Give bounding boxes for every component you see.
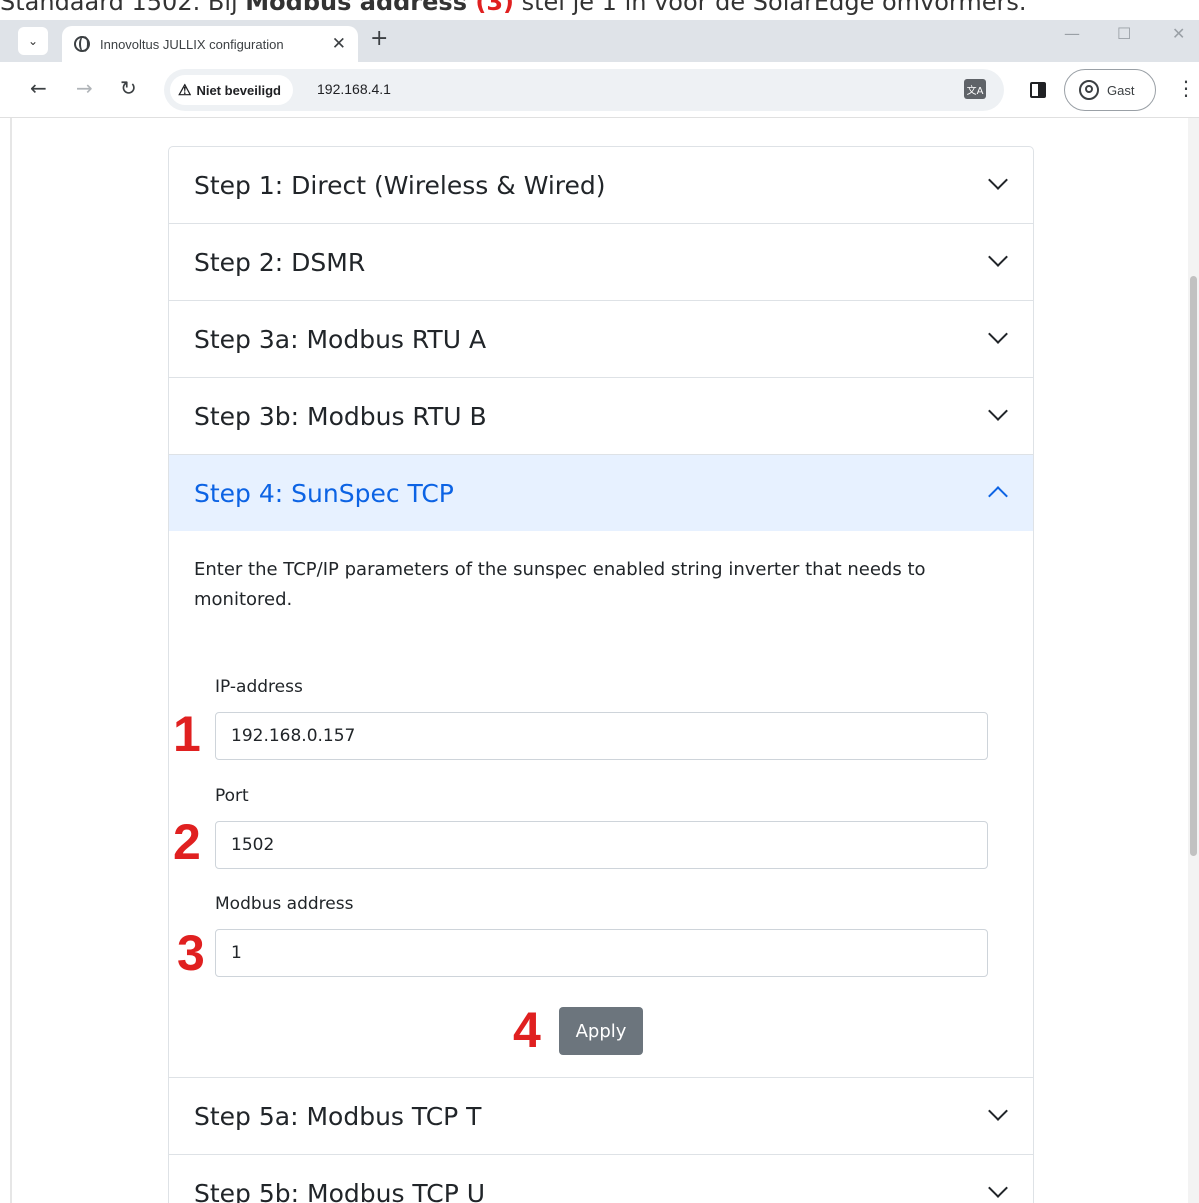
chevron-up-icon xyxy=(988,486,1008,506)
page-scrollbar[interactable] xyxy=(1188,118,1199,1203)
accordion-item-step3b: Step 3b: Modbus RTU B xyxy=(169,378,1033,455)
chevron-down-icon xyxy=(988,401,1008,421)
modbus-address-input[interactable] xyxy=(215,929,988,977)
accordion-body-step4: Enter the TCP/IP parameters of the sunsp… xyxy=(169,531,1033,1077)
caption-text: Standaard 1502. Bij Modbus address (3) s… xyxy=(0,0,1027,16)
annotation-marker-2: 2 xyxy=(173,814,201,870)
accordion-item-step3a: Step 3a: Modbus RTU A xyxy=(169,301,1033,378)
accordion-header-step5b[interactable]: Step 5b: Modbus TCP U xyxy=(169,1155,1033,1203)
tab-title: Innovoltus JULLIX configuration xyxy=(100,36,284,52)
config-accordion: Step 1: Direct (Wireless & Wired) Step 2… xyxy=(168,146,1034,1203)
document-caption: Standaard 1502. Bij Modbus address (3) s… xyxy=(0,0,1199,20)
profile-label: Gast xyxy=(1107,82,1135,98)
accordion-item-step4: Step 4: SunSpec TCP Enter the TCP/IP par… xyxy=(169,455,1033,1078)
profile-icon xyxy=(1079,80,1099,100)
accordion-header-step3a[interactable]: Step 3a: Modbus RTU A xyxy=(169,301,1033,377)
browser-titlebar: ⌄ Innovoltus JULLIX configuration ✕ + — … xyxy=(0,20,1199,62)
accordion-title: Step 3a: Modbus RTU A xyxy=(194,324,487,354)
security-chip[interactable]: ⚠ Niet beveiligd xyxy=(170,75,293,105)
accordion-title: Step 5b: Modbus TCP U xyxy=(194,1178,486,1203)
chevron-down-icon xyxy=(988,1178,1008,1198)
close-tab-icon[interactable]: ✕ xyxy=(332,34,346,54)
side-panel-icon[interactable] xyxy=(1030,82,1046,98)
left-edge xyxy=(10,118,12,1203)
tab-search-dropdown-button[interactable]: ⌄ xyxy=(18,27,48,55)
translate-icon[interactable]: 文A xyxy=(964,79,986,99)
ip-address-label: IP-address xyxy=(215,677,303,697)
accordion-header-step2[interactable]: Step 2: DSMR xyxy=(169,224,1033,300)
accordion-header-step3b[interactable]: Step 3b: Modbus RTU B xyxy=(169,378,1033,454)
accordion-title: Step 3b: Modbus RTU B xyxy=(194,401,487,431)
accordion-title: Step 4: SunSpec TCP xyxy=(194,478,454,508)
accordion-header-step4[interactable]: Step 4: SunSpec TCP xyxy=(169,455,1033,531)
forward-button[interactable]: → xyxy=(76,76,93,100)
back-button[interactable]: ← xyxy=(30,76,47,100)
minimize-button[interactable]: — xyxy=(1064,24,1080,43)
accordion-item-step5a: Step 5a: Modbus TCP T xyxy=(169,1078,1033,1155)
accordion-item-step2: Step 2: DSMR xyxy=(169,224,1033,301)
chevron-down-icon xyxy=(988,1101,1008,1121)
browser-toolbar: ← → ↻ ⚠ Niet beveiligd 192.168.4.1 文A Ga… xyxy=(0,62,1199,118)
chevron-down-icon xyxy=(988,324,1008,344)
ip-address-input[interactable] xyxy=(215,712,988,760)
scrollbar-thumb[interactable] xyxy=(1190,276,1197,856)
browser-tab[interactable]: Innovoltus JULLIX configuration ✕ xyxy=(62,26,358,62)
chevron-down-icon: ⌄ xyxy=(27,34,39,48)
accordion-title: Step 5a: Modbus TCP T xyxy=(194,1101,482,1131)
globe-icon xyxy=(74,36,90,52)
new-tab-button[interactable]: + xyxy=(370,26,388,51)
close-window-button[interactable]: ✕ xyxy=(1172,24,1185,43)
port-label: Port xyxy=(215,786,249,806)
accordion-item-step5b: Step 5b: Modbus TCP U xyxy=(169,1155,1033,1203)
accordion-title: Step 1: Direct (Wireless & Wired) xyxy=(194,170,606,200)
warning-icon: ⚠ xyxy=(178,82,192,99)
annotation-marker-3: 3 xyxy=(177,925,205,981)
section-description: Enter the TCP/IP parameters of the sunsp… xyxy=(194,559,926,610)
maximize-button[interactable]: ☐ xyxy=(1117,24,1131,43)
reload-button[interactable]: ↻ xyxy=(120,76,137,100)
apply-button[interactable]: Apply xyxy=(559,1007,643,1055)
accordion-header-step1[interactable]: Step 1: Direct (Wireless & Wired) xyxy=(169,147,1033,223)
security-label: Niet beveiligd xyxy=(196,82,281,98)
modbus-address-label: Modbus address xyxy=(215,894,354,914)
address-bar[interactable]: ⚠ Niet beveiligd 192.168.4.1 文A xyxy=(164,69,1004,111)
profile-button[interactable]: Gast xyxy=(1064,69,1156,111)
more-menu-icon[interactable]: ⋮ xyxy=(1176,76,1196,100)
chevron-down-icon xyxy=(988,247,1008,267)
url-text[interactable]: 192.168.4.1 xyxy=(317,81,391,97)
accordion-item-step1: Step 1: Direct (Wireless & Wired) xyxy=(169,147,1033,224)
annotation-marker-4: 4 xyxy=(513,1002,541,1058)
accordion-header-step5a[interactable]: Step 5a: Modbus TCP T xyxy=(169,1078,1033,1154)
page-viewport: Step 1: Direct (Wireless & Wired) Step 2… xyxy=(0,118,1199,1203)
accordion-title: Step 2: DSMR xyxy=(194,247,366,277)
chevron-down-icon xyxy=(988,170,1008,190)
port-input[interactable] xyxy=(215,821,988,869)
annotation-marker-1: 1 xyxy=(173,706,201,762)
